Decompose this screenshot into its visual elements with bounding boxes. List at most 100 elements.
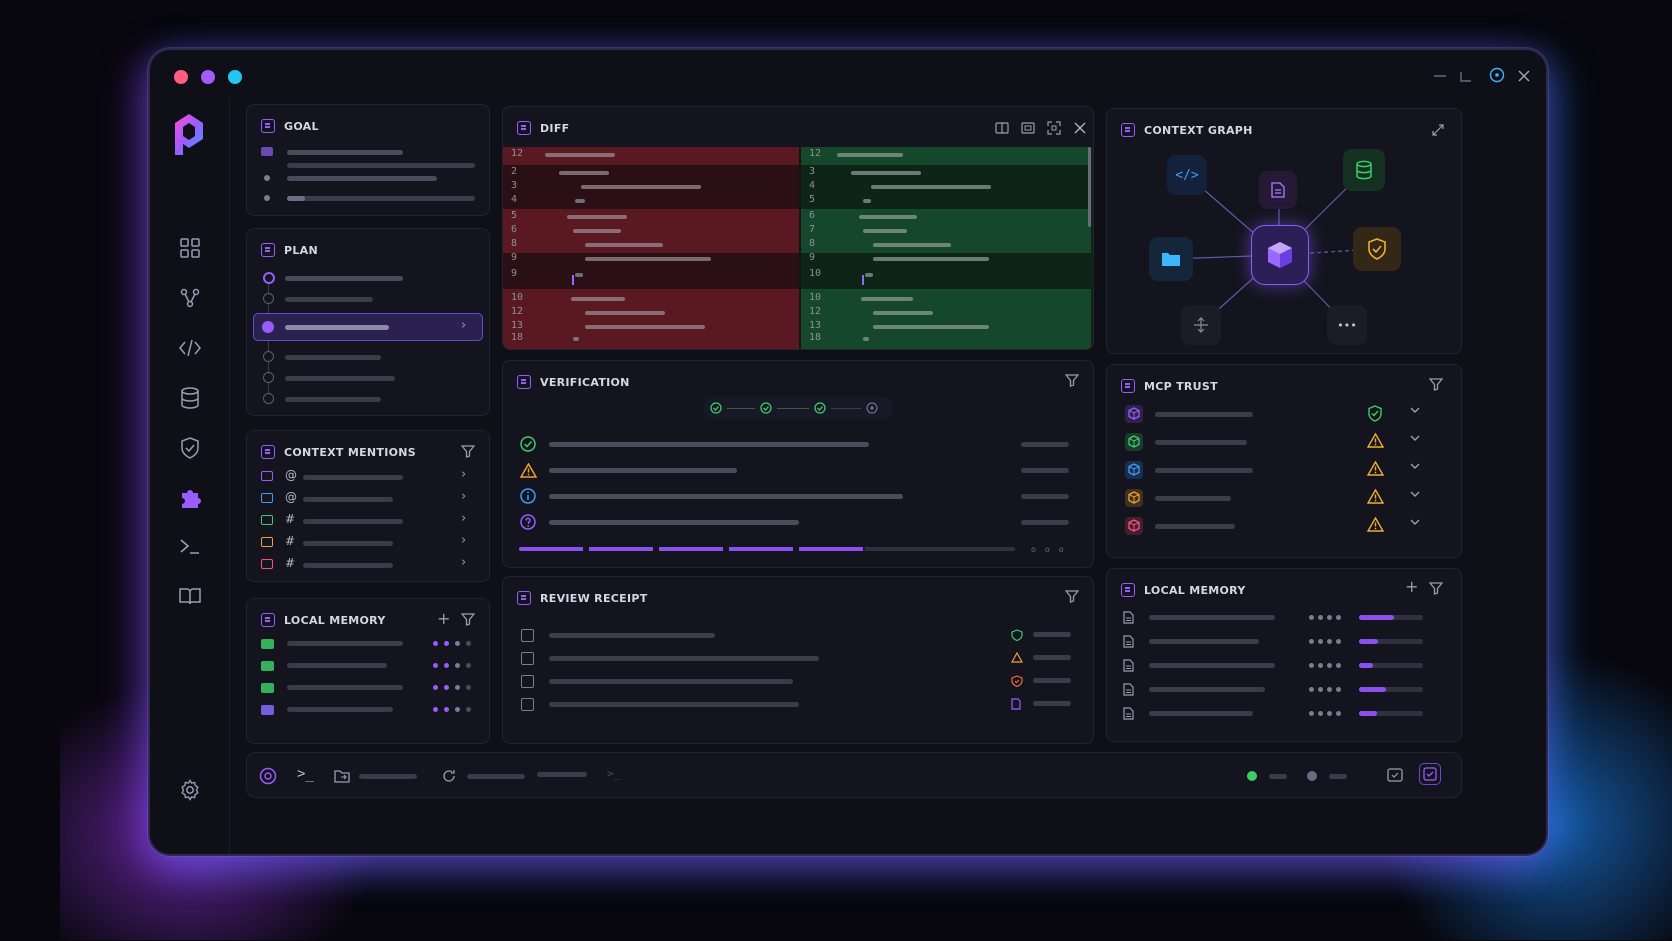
filter-icon[interactable] xyxy=(461,444,477,460)
mcp-row[interactable] xyxy=(1115,485,1453,511)
add-icon[interactable]: + xyxy=(437,609,450,628)
mcp-row[interactable] xyxy=(1115,429,1453,455)
plan-step-dot xyxy=(262,321,274,333)
server-cube-icon xyxy=(1125,489,1143,507)
code-line xyxy=(861,297,913,301)
chevron-down-icon[interactable] xyxy=(1409,488,1423,502)
pin-icon[interactable] xyxy=(1486,64,1508,86)
more-node-icon[interactable]: ••• xyxy=(1327,305,1367,345)
restore-icon[interactable] xyxy=(1456,66,1476,86)
minimize-dot[interactable] xyxy=(201,70,215,84)
mcp-row[interactable] xyxy=(1115,513,1453,539)
mention-row[interactable]: @ › xyxy=(253,467,485,487)
book-icon[interactable] xyxy=(170,576,210,616)
receipt-row-text xyxy=(549,702,799,707)
mention-row[interactable]: # › xyxy=(253,555,485,575)
receipt-checkbox[interactable] xyxy=(521,652,534,665)
mention-row[interactable]: @ › xyxy=(253,489,485,509)
chevron-right-icon[interactable]: › xyxy=(461,467,466,482)
close-dot[interactable] xyxy=(174,70,188,84)
move-node-icon[interactable] xyxy=(1181,305,1221,345)
warning-icon xyxy=(1367,489,1385,507)
code-node-icon[interactable]: </> xyxy=(1167,155,1207,195)
panel-toggle-icon[interactable] xyxy=(1385,765,1405,785)
gear-icon[interactable] xyxy=(170,770,210,810)
folder-open-icon[interactable] xyxy=(333,767,351,785)
close-icon[interactable] xyxy=(1514,66,1534,86)
memory-dot xyxy=(1318,615,1323,620)
code-line xyxy=(585,243,663,247)
minimize-icon[interactable] xyxy=(1430,66,1450,86)
plan-step[interactable] xyxy=(263,293,274,304)
filter-icon[interactable] xyxy=(1429,377,1445,393)
step-connector xyxy=(831,408,861,409)
line-number: 13 xyxy=(809,320,822,331)
chevron-right-icon[interactable]: › xyxy=(461,489,466,504)
mention-row[interactable]: # › xyxy=(253,533,485,553)
chevron-down-icon[interactable] xyxy=(1409,516,1423,530)
mcp-row[interactable] xyxy=(1115,401,1453,427)
chevron-right-icon[interactable]: › xyxy=(461,511,466,526)
refresh-icon[interactable] xyxy=(440,767,458,785)
plan-step[interactable] xyxy=(263,351,274,362)
chevron-down-icon[interactable] xyxy=(1409,460,1423,474)
mention-row[interactable]: # › xyxy=(253,511,485,531)
memory-dot xyxy=(1327,687,1332,692)
local-memory-right-title: LOCAL MEMORY xyxy=(1121,583,1246,597)
diff-scrollbar[interactable] xyxy=(1088,147,1091,227)
grid-icon[interactable] xyxy=(170,228,210,268)
filter-icon[interactable] xyxy=(1429,581,1445,597)
plan-step[interactable] xyxy=(263,372,274,383)
filter-icon[interactable] xyxy=(1065,589,1081,605)
inline-view-icon[interactable] xyxy=(1019,119,1037,137)
chevron-right-icon[interactable]: › xyxy=(461,318,466,333)
chevron-down-icon[interactable] xyxy=(1409,432,1423,446)
verified-toggle-icon[interactable] xyxy=(1419,763,1441,785)
database-icon[interactable] xyxy=(170,378,210,418)
branch-icon[interactable] xyxy=(170,278,210,318)
plan-title-text: PLAN xyxy=(284,243,318,257)
diff-title: DIFF xyxy=(517,121,569,135)
expand-icon[interactable] xyxy=(1045,119,1063,137)
chevron-down-icon[interactable] xyxy=(1409,404,1423,418)
folder-icon xyxy=(261,639,274,649)
receipt-checkbox[interactable] xyxy=(521,698,534,711)
plan-step-label xyxy=(285,376,395,381)
mention-prefix: @ xyxy=(285,468,297,482)
filter-icon[interactable] xyxy=(1065,373,1081,389)
code-line xyxy=(873,243,951,247)
zoom-dot[interactable] xyxy=(228,70,242,84)
database-node-icon[interactable] xyxy=(1343,149,1385,191)
terminal-icon[interactable] xyxy=(170,526,210,566)
file-node-icon[interactable] xyxy=(1259,171,1297,209)
goal-line xyxy=(287,196,475,201)
warning-icon xyxy=(1367,461,1385,479)
receipt-checkbox[interactable] xyxy=(521,629,534,642)
code-icon[interactable] xyxy=(170,328,210,368)
code-line xyxy=(863,229,907,233)
shield-node-icon[interactable] xyxy=(1353,227,1401,271)
terminal-prompt-icon[interactable]: >_ xyxy=(297,766,314,782)
chevron-right-icon[interactable]: › xyxy=(461,533,466,548)
puzzle-icon[interactable] xyxy=(170,478,210,518)
plan-step-active[interactable] xyxy=(263,272,275,284)
split-view-icon[interactable] xyxy=(993,119,1011,137)
verification-row-meta xyxy=(1021,468,1069,473)
memory-label xyxy=(287,707,393,712)
status-ring-icon[interactable] xyxy=(257,765,279,787)
chevron-right-icon[interactable]: › xyxy=(461,555,466,570)
receipt-checkbox[interactable] xyxy=(521,675,534,688)
cube-hub-icon[interactable] xyxy=(1251,225,1309,285)
step-connector xyxy=(777,408,809,409)
goal-line-accent xyxy=(287,196,305,201)
folder-node-icon[interactable] xyxy=(1149,237,1193,281)
file-icon xyxy=(1123,611,1135,624)
mcp-name xyxy=(1155,412,1253,417)
mcp-row[interactable] xyxy=(1115,457,1453,483)
terminal-faint-icon[interactable]: >_ xyxy=(607,767,620,780)
filter-icon[interactable] xyxy=(461,612,477,628)
shield-icon[interactable] xyxy=(170,428,210,468)
close-diff-icon[interactable] xyxy=(1071,119,1089,137)
plan-step[interactable] xyxy=(263,393,274,404)
add-icon[interactable]: + xyxy=(1405,577,1418,596)
